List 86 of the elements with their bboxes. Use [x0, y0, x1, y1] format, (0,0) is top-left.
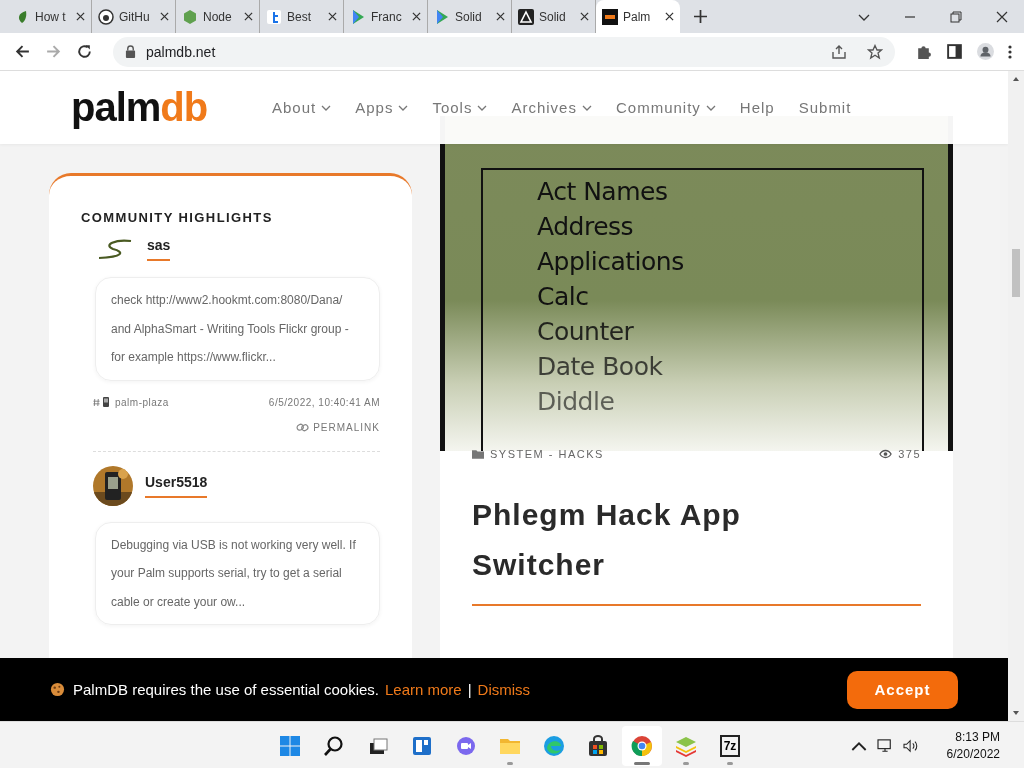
- link-icon: [296, 422, 310, 432]
- nav-link[interactable]: Apps: [355, 99, 409, 116]
- comment-text: check http://www2.hookmt.com:8080/Dana/ and AlphaSmart - Writing Tools Flickr group - for example https://www.flickr...: [95, 277, 380, 381]
- back-icon[interactable]: [14, 43, 31, 60]
- menu-icon[interactable]: [1008, 43, 1012, 60]
- lock-icon: [125, 45, 136, 58]
- play-icon: [434, 8, 450, 25]
- list-item: Calc: [537, 281, 590, 313]
- list-item: Applications: [537, 246, 685, 278]
- username-link[interactable]: User5518: [145, 473, 208, 498]
- close-icon[interactable]: [665, 12, 674, 21]
- device-icon: [103, 397, 109, 407]
- nav-link[interactable]: Community: [615, 99, 716, 116]
- tab-title: Franc: [371, 9, 403, 24]
- scroll-thumb[interactable]: [1012, 249, 1020, 297]
- nav-link[interactable]: Submit: [798, 99, 852, 116]
- browser-icon: [630, 733, 654, 758]
- letter-t-icon: [266, 8, 282, 25]
- clock[interactable]: 8:13 PM 6/20/2022: [946, 728, 1000, 763]
- play-icon: [350, 8, 366, 25]
- close-icon[interactable]: [996, 10, 1008, 23]
- tab-title: How t: [35, 9, 67, 24]
- tab-title: GitHu: [119, 9, 151, 24]
- dismiss-link[interactable]: Dismiss: [477, 681, 531, 698]
- share-icon[interactable]: [831, 43, 847, 60]
- close-icon[interactable]: [244, 12, 253, 21]
- start-icon: [278, 733, 302, 758]
- separator: |: [467, 681, 472, 698]
- taskbar-app[interactable]: 7z: [710, 725, 750, 766]
- list-item: Counter: [537, 316, 635, 348]
- reload-icon[interactable]: [76, 43, 93, 60]
- chevron-down-icon: [321, 104, 332, 111]
- new-tab-icon[interactable]: [694, 10, 707, 23]
- cookie-message: PalmDB requires the use of essential cookies.: [73, 681, 379, 698]
- list-item: Address: [537, 211, 635, 243]
- sidebar-icon[interactable]: [946, 43, 963, 60]
- site-icon: [602, 8, 618, 25]
- list-item: Diddle: [537, 386, 616, 418]
- hexagon-icon: [182, 8, 198, 25]
- tab-title: Palm: [623, 9, 652, 24]
- logo[interactable]: palmdb: [71, 85, 241, 130]
- close-icon[interactable]: [160, 12, 169, 21]
- cookie-icon: [50, 682, 65, 697]
- view-count: 375: [898, 448, 921, 460]
- tab-title: Solid: [539, 9, 567, 24]
- hash-icon: [93, 397, 100, 407]
- close-icon[interactable]: [496, 12, 505, 21]
- nav-link[interactable]: Tools: [432, 99, 488, 116]
- category-link[interactable]: SYSTEM - HACKS: [490, 448, 604, 460]
- channel-link[interactable]: palm-plaza: [115, 396, 169, 408]
- permalink[interactable]: PERMALINK: [296, 421, 380, 433]
- chevron-down-icon: [477, 104, 488, 111]
- chevron-down-icon: [398, 104, 409, 111]
- profile-icon[interactable]: [977, 43, 994, 60]
- chevron-down-icon: [705, 104, 716, 111]
- star-icon[interactable]: [867, 43, 883, 60]
- close-icon[interactable]: [328, 12, 337, 21]
- chevron-down-icon: [581, 104, 592, 111]
- address-bar[interactable]: palmdb.net: [113, 36, 895, 67]
- network-icon[interactable]: [876, 738, 893, 753]
- tab-title: Best: [287, 9, 312, 24]
- folder-icon: [472, 449, 484, 459]
- tab-title: Node: [203, 9, 233, 24]
- list-item: Date Book: [537, 351, 664, 383]
- close-icon[interactable]: [412, 12, 421, 21]
- tab-title: Solid: [455, 9, 483, 24]
- archive-icon: 7z: [719, 734, 741, 757]
- eye-icon: [879, 449, 893, 459]
- puzzle-icon[interactable]: [915, 43, 932, 60]
- browser-tab[interactable]: Palm: [596, 0, 680, 33]
- section-title: COMMUNITY HIGHLIGHTS: [81, 210, 274, 225]
- comment-text: Debugging via USB is not working very well. If your Palm supports serial, try to get a serial cable or create your ow...: [95, 521, 380, 625]
- username-link[interactable]: sas: [147, 237, 171, 261]
- bag-icon: [586, 733, 610, 758]
- close-icon[interactable]: [76, 12, 85, 21]
- list-item: Act Names: [537, 176, 669, 208]
- close-icon[interactable]: [580, 12, 589, 21]
- speaker-icon[interactable]: [902, 738, 919, 753]
- triangle-icon: [518, 8, 534, 25]
- nav-link[interactable]: Help: [739, 99, 775, 116]
- nav-link[interactable]: Archives: [511, 99, 592, 116]
- post-date: 6/5/2022, 10:40:41 AM: [268, 396, 380, 408]
- restore-icon[interactable]: [950, 10, 962, 23]
- learn-more-link[interactable]: Learn more: [385, 681, 462, 698]
- article-title: Phlegm Hack App Switcher: [472, 497, 742, 583]
- nav-link[interactable]: About: [272, 99, 332, 116]
